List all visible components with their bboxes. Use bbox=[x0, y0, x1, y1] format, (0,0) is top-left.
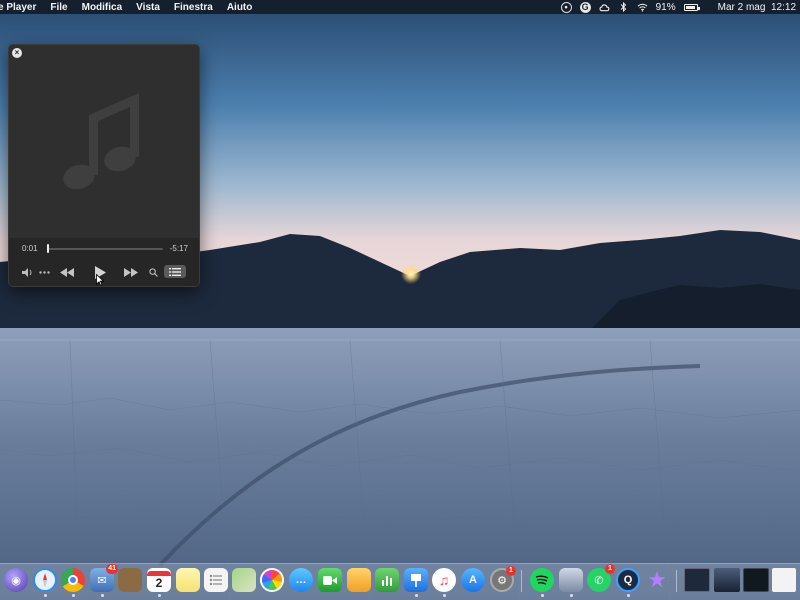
calendar-day: 2 bbox=[155, 575, 163, 590]
search-icon[interactable] bbox=[147, 266, 159, 278]
siri-icon[interactable]: ◉ bbox=[4, 568, 28, 592]
maps-icon[interactable] bbox=[232, 568, 256, 592]
pages-icon[interactable] bbox=[347, 568, 371, 592]
dock-separator bbox=[676, 570, 677, 592]
menu-app-name[interactable]: e Player bbox=[0, 2, 36, 13]
mail-icon[interactable]: ✉ 41 bbox=[90, 564, 118, 592]
dock: ◉ ✉ 41 2 … ♫ A ⚙ 1 ✆ 1 Q ★ bbox=[0, 563, 800, 600]
screen-recording-icon[interactable]: • bbox=[560, 1, 572, 13]
running-indicator bbox=[443, 594, 446, 597]
whatsapp-badge: 1 bbox=[605, 564, 615, 574]
battery-icon[interactable] bbox=[683, 3, 700, 11]
reminders-icon[interactable] bbox=[204, 568, 228, 592]
running-indicator bbox=[158, 594, 161, 597]
menu-modifica[interactable]: Modifica bbox=[82, 2, 123, 13]
more-options-icon[interactable] bbox=[37, 266, 51, 278]
preferences-badge: 1 bbox=[506, 566, 516, 576]
grammarly-icon[interactable]: G bbox=[579, 1, 591, 13]
whatsapp-icon[interactable]: ✆ 1 bbox=[587, 564, 615, 592]
contacts-icon[interactable] bbox=[118, 568, 142, 592]
status-area: • G 91% Mar 2 mag 12:12 bbox=[560, 0, 800, 14]
quicktime-icon[interactable]: Q bbox=[616, 568, 640, 592]
photos-icon[interactable] bbox=[260, 568, 284, 592]
safari-icon[interactable] bbox=[33, 568, 57, 592]
app-store-icon[interactable]: A bbox=[461, 568, 485, 592]
numbers-icon[interactable] bbox=[375, 568, 399, 592]
running-indicator bbox=[541, 594, 544, 597]
close-button[interactable]: × bbox=[12, 48, 22, 58]
messages-icon[interactable]: … bbox=[289, 568, 313, 592]
elapsed-time: 0:01 bbox=[22, 244, 38, 253]
facetime-icon[interactable] bbox=[318, 568, 342, 592]
fast-forward-button[interactable] bbox=[123, 265, 139, 279]
menu-vista[interactable]: Vista bbox=[136, 2, 160, 13]
bluetooth-icon[interactable] bbox=[618, 2, 629, 13]
minimized-window-2[interactable] bbox=[714, 568, 740, 592]
chrome-icon[interactable] bbox=[61, 568, 85, 592]
itunes-icon[interactable]: ♫ bbox=[432, 568, 456, 592]
system-preferences-icon[interactable]: ⚙ 1 bbox=[490, 566, 516, 592]
running-indicator bbox=[415, 594, 418, 597]
wifi-icon[interactable] bbox=[637, 2, 648, 13]
running-indicator bbox=[627, 594, 630, 597]
playback-controls: 0:01 -5:17 bbox=[9, 238, 199, 286]
menu-bar: e Player File Modifica Vista Finestra Ai… bbox=[0, 0, 800, 14]
preview-icon[interactable] bbox=[559, 568, 583, 592]
running-indicator bbox=[101, 594, 104, 597]
calendar-icon[interactable]: 2 bbox=[147, 568, 171, 592]
mail-badge: 41 bbox=[106, 564, 118, 574]
menu-file[interactable]: File bbox=[50, 2, 67, 13]
up-next-list-button[interactable] bbox=[164, 265, 186, 278]
spotify-icon[interactable] bbox=[530, 568, 554, 592]
notes-icon[interactable] bbox=[176, 568, 200, 592]
menu-finestra[interactable]: Finestra bbox=[174, 2, 213, 13]
volume-icon[interactable] bbox=[21, 266, 35, 278]
rewind-button[interactable] bbox=[59, 265, 75, 279]
minimized-window-1[interactable] bbox=[684, 568, 710, 592]
creative-cloud-icon[interactable] bbox=[599, 2, 610, 13]
mouse-pointer-icon bbox=[95, 273, 105, 286]
running-indicator bbox=[570, 594, 573, 597]
mini-player-window: × 0:01 -5:17 bbox=[8, 44, 200, 287]
minimized-window-3[interactable] bbox=[743, 568, 769, 592]
progress-track[interactable] bbox=[47, 248, 163, 250]
imovie-icon[interactable]: ★ bbox=[645, 567, 669, 592]
dock-separator bbox=[521, 570, 522, 592]
progress-knob[interactable] bbox=[47, 244, 50, 253]
clock[interactable]: Mar 2 mag 12:12 bbox=[718, 2, 796, 13]
running-indicator bbox=[44, 594, 47, 597]
minimized-window-4[interactable] bbox=[772, 568, 796, 592]
remaining-time: -5:17 bbox=[169, 244, 188, 253]
battery-percent: 91% bbox=[655, 1, 676, 13]
album-artwork-placeholder: × bbox=[9, 45, 199, 238]
menu-aiuto[interactable]: Aiuto bbox=[227, 2, 253, 13]
keynote-icon[interactable] bbox=[404, 568, 428, 592]
running-indicator bbox=[72, 594, 75, 597]
music-note-icon bbox=[63, 93, 139, 190]
